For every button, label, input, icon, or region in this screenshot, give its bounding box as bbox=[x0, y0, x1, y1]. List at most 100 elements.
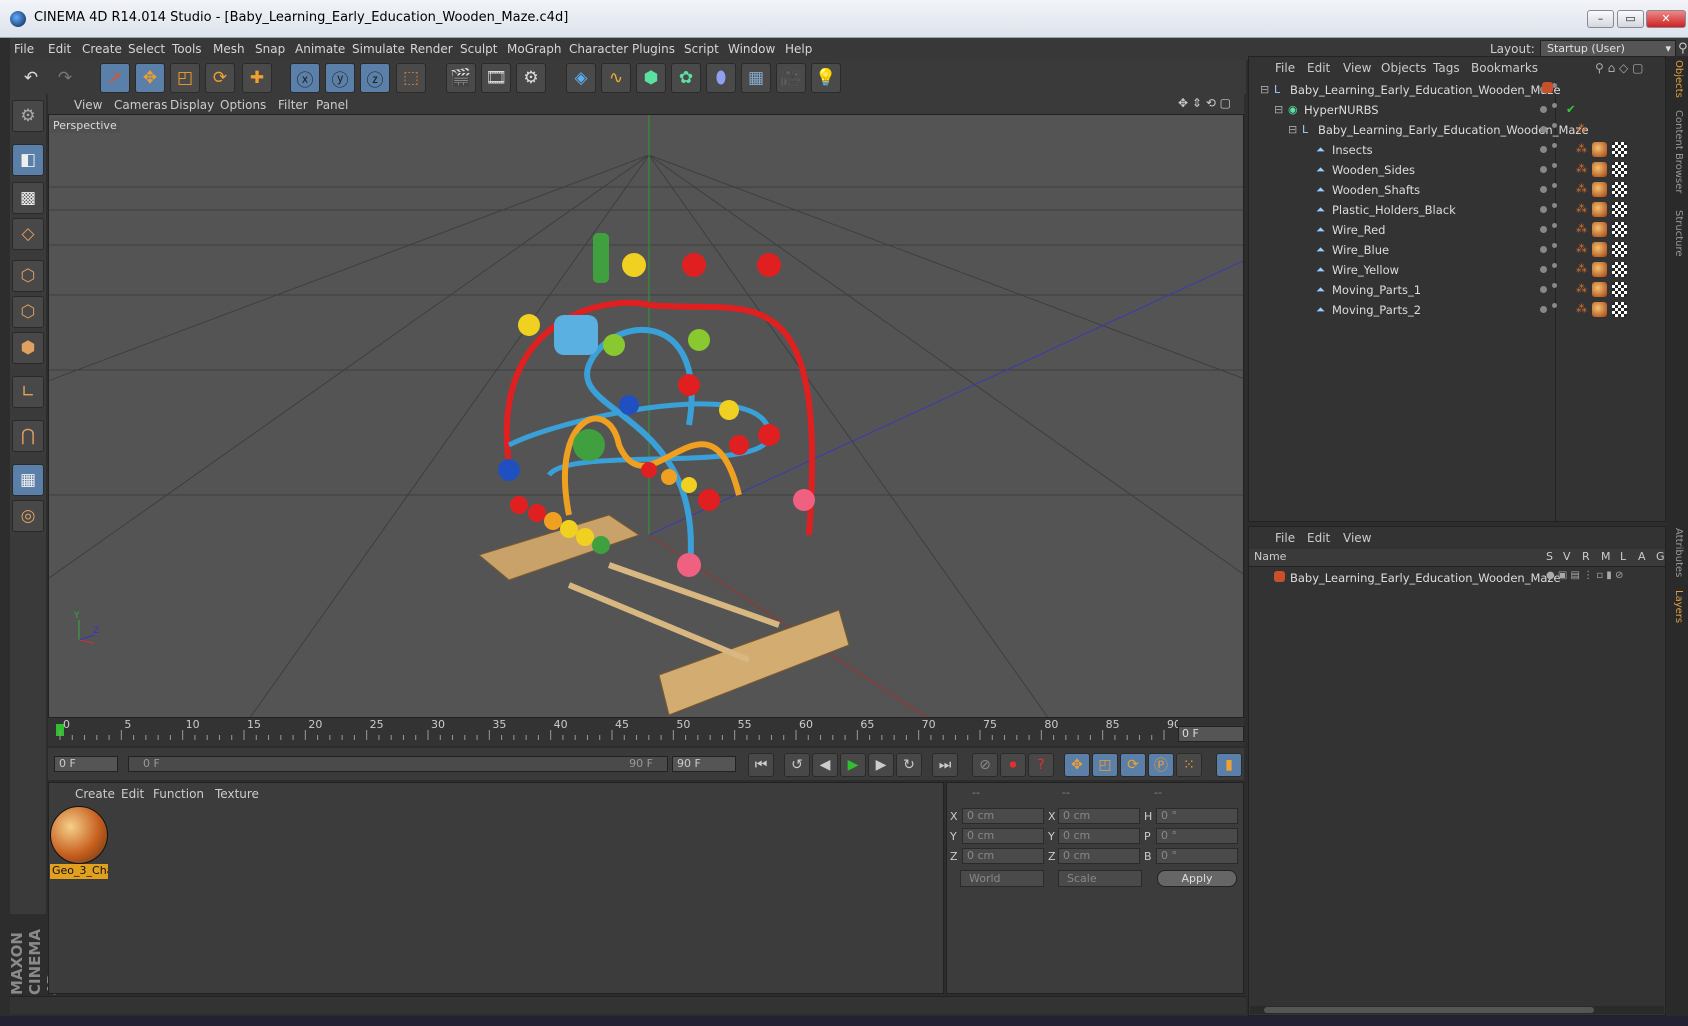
expand-toggle-icon[interactable]: ⊟ bbox=[1274, 103, 1286, 116]
end-frame-field[interactable]: 90 F bbox=[672, 756, 736, 772]
workplane-mode-icon[interactable]: ◇ bbox=[12, 218, 44, 250]
floor-icon[interactable]: ▦ bbox=[741, 63, 771, 93]
redo-icon[interactable]: ↷ bbox=[50, 63, 80, 93]
object-row[interactable]: ⏶ Moving_Parts_1 ⁂ bbox=[1250, 280, 1664, 300]
key-parameter-icon[interactable]: Ⓟ bbox=[1148, 753, 1174, 777]
deformer-icon[interactable]: ⬮ bbox=[706, 63, 736, 93]
start-frame-field[interactable]: 0 F bbox=[54, 756, 118, 772]
viewport-menu-options[interactable]: Options bbox=[220, 98, 266, 112]
texture-mode-icon[interactable]: ▩ bbox=[12, 182, 44, 214]
phong-tag-icon[interactable]: ⁂ bbox=[1576, 242, 1587, 255]
render-view-icon[interactable]: 🎬 bbox=[446, 63, 476, 93]
object-menu-file[interactable]: File bbox=[1275, 61, 1295, 75]
viewport-menu-view[interactable]: View bbox=[74, 98, 102, 112]
apply-button[interactable]: Apply bbox=[1157, 870, 1237, 887]
phong-tag-icon[interactable]: ⁂ bbox=[1576, 302, 1587, 315]
rotation-h-field[interactable]: 0 ° bbox=[1156, 808, 1238, 824]
scrollbar-thumb[interactable] bbox=[1264, 1007, 1594, 1013]
uvw-tag-icon[interactable] bbox=[1612, 182, 1627, 197]
polygons-mode-icon[interactable]: ⬢ bbox=[12, 332, 44, 364]
layer-row[interactable]: Baby_Learning_Early_Education_Wooden_Maz… bbox=[1250, 568, 1664, 588]
go-to-end-icon[interactable]: ⏭ bbox=[932, 753, 958, 777]
layer-menu-view[interactable]: View bbox=[1343, 531, 1371, 545]
phong-tag-icon[interactable]: ⁂ bbox=[1576, 122, 1587, 135]
menu-animate[interactable]: Animate bbox=[295, 42, 345, 56]
menu-create[interactable]: Create bbox=[82, 42, 122, 56]
render-picture-viewer-icon[interactable]: 🎞 bbox=[481, 63, 511, 93]
phong-tag-icon[interactable]: ⁂ bbox=[1576, 162, 1587, 175]
next-frame-icon[interactable]: ▶ bbox=[868, 753, 894, 777]
visibility-editor-dot[interactable] bbox=[1540, 106, 1547, 113]
visibility-render-dot[interactable] bbox=[1552, 243, 1557, 248]
menu-plugins[interactable]: Plugins bbox=[632, 42, 675, 56]
live-selection-icon[interactable]: ➚ bbox=[100, 63, 130, 93]
phong-tag-icon[interactable]: ⁂ bbox=[1576, 222, 1587, 235]
object-menu-objects[interactable]: Objects bbox=[1381, 61, 1426, 75]
phong-tag-icon[interactable]: ⁂ bbox=[1576, 262, 1587, 275]
undo-icon[interactable]: ↶ bbox=[16, 63, 46, 93]
size-mode-select[interactable]: Scale bbox=[1058, 870, 1142, 887]
object-row[interactable]: ⏶ Wooden_Sides ⁂ bbox=[1250, 160, 1664, 180]
menu-snap[interactable]: Snap bbox=[255, 42, 285, 56]
phong-tag-icon[interactable]: ⁂ bbox=[1576, 142, 1587, 155]
visibility-render-dot[interactable] bbox=[1552, 183, 1557, 188]
phong-tag-icon[interactable]: ⁂ bbox=[1576, 182, 1587, 195]
layer-menu-edit[interactable]: Edit bbox=[1307, 531, 1330, 545]
object-row[interactable]: ⏶ Moving_Parts_2 ⁂ bbox=[1250, 300, 1664, 320]
nurbs-icon[interactable]: ⬢ bbox=[636, 63, 666, 93]
frame-range-slider[interactable]: 0 F 90 F bbox=[128, 756, 668, 772]
expand-toggle-icon[interactable]: ⊟ bbox=[1288, 123, 1300, 136]
menu-mograph[interactable]: MoGraph bbox=[507, 42, 562, 56]
search-icon[interactable]: ⚲ bbox=[1678, 41, 1688, 56]
snap-icon[interactable]: ⋂ bbox=[12, 420, 44, 452]
visibility-render-dot[interactable] bbox=[1552, 223, 1557, 228]
play-icon[interactable]: ▶ bbox=[840, 753, 866, 777]
tab-objects[interactable]: Objects bbox=[1668, 60, 1684, 98]
minimize-button[interactable]: – bbox=[1587, 10, 1614, 28]
enabled-check-icon[interactable]: ✔ bbox=[1566, 102, 1576, 116]
object-row[interactable]: ⏶ Wire_Yellow ⁂ bbox=[1250, 260, 1664, 280]
uvw-tag-icon[interactable] bbox=[1612, 162, 1627, 177]
menu-simulate[interactable]: Simulate bbox=[352, 42, 405, 56]
layer-color-swatch[interactable] bbox=[1274, 571, 1285, 582]
close-button[interactable]: ✕ bbox=[1646, 10, 1686, 28]
x-axis-icon[interactable]: ⓧ bbox=[290, 63, 320, 93]
menu-file[interactable]: File bbox=[14, 42, 34, 56]
move-icon[interactable]: ✥ bbox=[135, 63, 165, 93]
layer-scrollbar[interactable] bbox=[1250, 1006, 1664, 1014]
size-y-field[interactable]: 0 cm bbox=[1058, 828, 1140, 844]
make-editable-icon[interactable]: ⚙ bbox=[12, 100, 44, 132]
material-tag-icon[interactable] bbox=[1592, 162, 1607, 177]
menu-edit[interactable]: Edit bbox=[48, 42, 71, 56]
size-x-field[interactable]: 0 cm bbox=[1058, 808, 1140, 824]
autokey-icon[interactable]: ⏺ bbox=[1000, 753, 1026, 777]
previous-frame-icon[interactable]: ◀ bbox=[812, 753, 838, 777]
object-menu-view[interactable]: View bbox=[1343, 61, 1371, 75]
workplane-lock-icon[interactable]: ▦ bbox=[12, 464, 44, 496]
material-tag-icon[interactable] bbox=[1592, 142, 1607, 157]
key-pla-icon[interactable]: ⁙ bbox=[1176, 753, 1202, 777]
material-menu-texture[interactable]: Texture bbox=[215, 787, 259, 801]
material-tag-icon[interactable] bbox=[1592, 242, 1607, 257]
object-menu-bookmarks[interactable]: Bookmarks bbox=[1471, 61, 1538, 75]
tab-layers[interactable]: Layers bbox=[1668, 590, 1684, 623]
visibility-editor-dot[interactable] bbox=[1540, 186, 1547, 193]
expand-toggle-icon[interactable]: ⊟ bbox=[1260, 83, 1272, 96]
viewport-menu-display[interactable]: Display bbox=[170, 98, 214, 112]
menu-character[interactable]: Character bbox=[569, 42, 628, 56]
layer-color-tag[interactable] bbox=[1542, 82, 1553, 93]
menu-window[interactable]: Window bbox=[728, 42, 775, 56]
solo-icon[interactable]: ◎ bbox=[12, 500, 44, 532]
menu-render[interactable]: Render bbox=[410, 42, 453, 56]
key-scale-icon[interactable]: ◰ bbox=[1092, 753, 1118, 777]
visibility-editor-dot[interactable] bbox=[1540, 206, 1547, 213]
spline-icon[interactable]: ∿ bbox=[601, 63, 631, 93]
uvw-tag-icon[interactable] bbox=[1612, 262, 1627, 277]
material-tag-icon[interactable] bbox=[1592, 282, 1607, 297]
scale-icon[interactable]: ◰ bbox=[170, 63, 200, 93]
coordinate-system-icon[interactable]: ⬚ bbox=[396, 63, 426, 93]
menu-mesh[interactable]: Mesh bbox=[213, 42, 245, 56]
phong-tag-icon[interactable]: ⁂ bbox=[1576, 202, 1587, 215]
material-thumbnail[interactable] bbox=[50, 806, 108, 864]
viewport-menu-cameras[interactable]: Cameras bbox=[114, 98, 167, 112]
